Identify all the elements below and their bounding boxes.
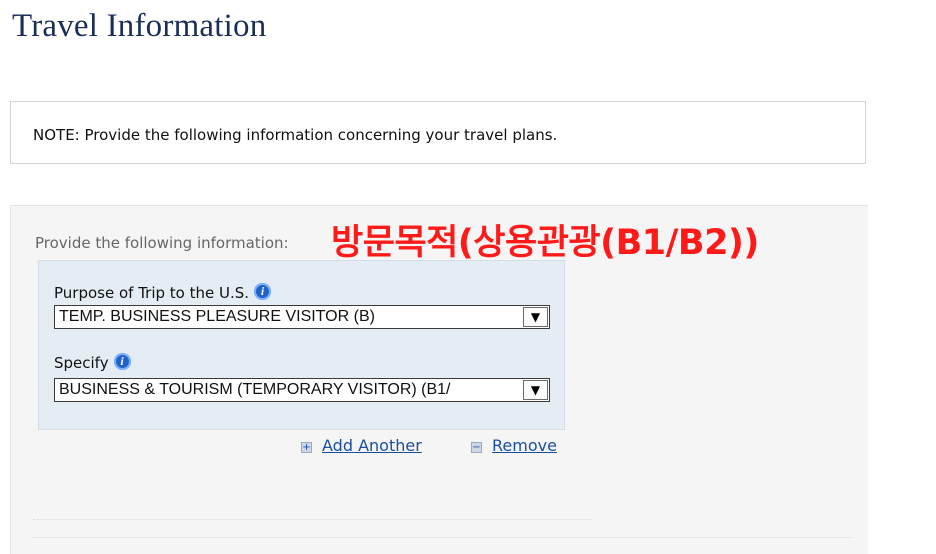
- annotation-overlay: 방문목적(상용관광(B1/B2)): [331, 223, 759, 263]
- purpose-field-group: Purpose of Trip to the U.S. i TEMP. BUSIN…: [38, 260, 565, 430]
- divider: [33, 537, 853, 538]
- specify-select-value: BUSINESS & TOURISM (TEMPORARY VISITOR) (…: [59, 381, 451, 398]
- plus-icon: +: [301, 442, 312, 453]
- purpose-select-value: TEMP. BUSINESS PLEASURE VISITOR (B): [59, 308, 375, 325]
- specify-select[interactable]: BUSINESS & TOURISM (TEMPORARY VISITOR) (…: [54, 378, 550, 402]
- purpose-label: Purpose of Trip to the U.S. i: [54, 283, 272, 302]
- specify-label: Specify i: [54, 353, 131, 372]
- note-box: NOTE: Provide the following information …: [10, 101, 866, 164]
- travel-form-panel: Provide the following information: 방문목적(…: [10, 205, 868, 554]
- info-icon[interactable]: i: [254, 283, 272, 300]
- remove-label: Remove: [492, 436, 557, 455]
- info-icon[interactable]: i: [113, 353, 131, 370]
- remove-link[interactable]: − Remove: [471, 436, 557, 455]
- chevron-down-icon[interactable]: ▼: [523, 380, 548, 400]
- purpose-select[interactable]: TEMP. BUSINESS PLEASURE VISITOR (B) ▼: [54, 305, 550, 329]
- add-another-label: Add Another: [322, 436, 422, 455]
- purpose-label-text: Purpose of Trip to the U.S.: [54, 284, 250, 302]
- chevron-down-icon[interactable]: ▼: [523, 307, 548, 327]
- add-another-link[interactable]: + Add Another: [301, 436, 422, 455]
- divider: [33, 519, 591, 520]
- note-text: NOTE: Provide the following information …: [33, 126, 558, 144]
- minus-icon: −: [471, 442, 482, 453]
- specify-label-text: Specify: [54, 354, 109, 372]
- page-title: Travel Information: [12, 8, 267, 44]
- form-instruction: Provide the following information:: [35, 234, 289, 252]
